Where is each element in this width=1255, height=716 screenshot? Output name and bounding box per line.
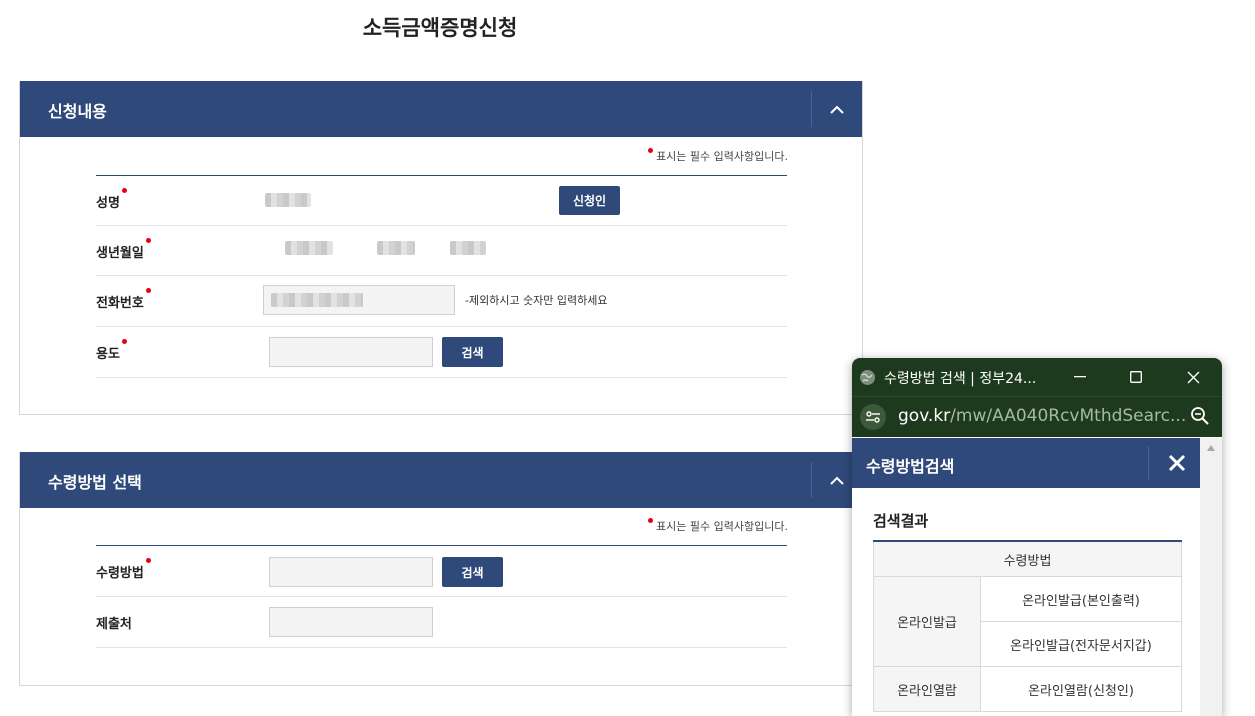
required-dot-icon: [647, 148, 653, 153]
popup-url[interactable]: gov.kr/mw/AA040RcvMthdSearc...: [898, 406, 1186, 426]
application-panel: 신청내용 표시는 필수 입력사항입니다. 성명 신청인 생년월일 전화번호 -제…: [19, 81, 863, 415]
group-online-view: 온라인열람: [873, 666, 981, 712]
close-icon[interactable]: [1154, 438, 1200, 488]
receipt-panel-title: 수령방법 선택: [48, 473, 142, 492]
applicant-button[interactable]: 신청인: [559, 186, 620, 215]
birth-year-redacted: [285, 241, 333, 255]
submit-to-input[interactable]: [269, 607, 433, 637]
popup-content-header: 수령방법검색: [852, 438, 1200, 488]
popup-titlebar[interactable]: 수령방법 검색 | 정부24...: [852, 358, 1222, 396]
required-dot-icon: [647, 518, 653, 523]
receipt-panel: 수령방법 선택 표시는 필수 입력사항입니다. 수령방법 검색 제출처: [19, 452, 863, 686]
method-option-online-self-print[interactable]: 온라인발급(본인출력): [980, 576, 1182, 622]
required-dot-icon: [121, 339, 127, 344]
submit-to-row: 제출처: [96, 597, 787, 648]
purpose-search-button[interactable]: 검색: [442, 337, 503, 367]
window-close-icon[interactable]: [1170, 358, 1216, 396]
purpose-label: 용도: [96, 339, 127, 362]
globe-icon: [859, 369, 876, 390]
popup-scrollbar[interactable]: [1200, 438, 1222, 716]
required-note: 표시는 필수 입력사항입니다.: [647, 518, 788, 534]
receipt-form: 수령방법 검색 제출처: [96, 545, 787, 648]
popup-content-title: 수령방법검색: [866, 457, 955, 476]
name-label: 성명: [96, 188, 127, 211]
phone-label: 전화번호: [96, 288, 151, 311]
header-divider: [1148, 446, 1149, 480]
purpose-row: 용도 검색: [96, 327, 787, 378]
required-dot-icon: [145, 558, 151, 563]
birthdate-row: 생년월일: [96, 226, 787, 276]
scroll-up-arrow-icon[interactable]: [1207, 445, 1215, 451]
birthdate-label: 생년월일: [96, 238, 151, 261]
receipt-method-table: 수령방법 온라인발급 온라인발급(본인출력) 온라인발급(전자문서지갑) 온라인…: [873, 540, 1182, 712]
phone-value-redacted: [271, 293, 363, 307]
application-form: 성명 신청인 생년월일 전화번호 -제외하시고 숫자만 입력하세요 용도 검색: [96, 175, 787, 378]
birth-month-redacted: [377, 241, 415, 255]
required-note: 표시는 필수 입력사항입니다.: [647, 148, 788, 164]
method-option-online-e-wallet[interactable]: 온라인발급(전자문서지갑): [980, 621, 1182, 667]
submit-to-label: 제출처: [96, 617, 132, 632]
application-panel-header: 신청내용: [20, 81, 862, 137]
collapse-chevron-up-icon[interactable]: [812, 81, 862, 137]
purpose-input[interactable]: [269, 337, 433, 367]
method-label: 수령방법: [96, 558, 151, 581]
phone-row: 전화번호 -제외하시고 숫자만 입력하세요: [96, 276, 787, 327]
page-title: 소득금액증명신청: [362, 16, 518, 40]
receipt-panel-header: 수령방법 선택: [20, 452, 862, 508]
required-dot-icon: [145, 288, 151, 293]
popup-address-bar[interactable]: gov.kr/mw/AA040RcvMthdSearc...: [852, 396, 1222, 437]
popup-window-title: 수령방법 검색 | 정부24...: [884, 371, 1037, 387]
name-row: 성명 신청인: [96, 176, 787, 226]
phone-hint: -제외하시고 숫자만 입력하세요: [465, 294, 608, 307]
maximize-icon[interactable]: [1113, 358, 1159, 396]
method-search-button[interactable]: 검색: [442, 557, 503, 587]
application-panel-title: 신청내용: [48, 102, 107, 121]
group-online-issue: 온라인발급: [873, 576, 981, 667]
method-input[interactable]: [269, 557, 433, 587]
zoom-icon[interactable]: [1190, 406, 1210, 430]
table-column-header: 수령방법: [873, 540, 1182, 577]
required-dot-icon: [145, 238, 151, 243]
required-dot-icon: [121, 188, 127, 193]
name-value-redacted: [265, 193, 311, 207]
site-info-icon[interactable]: [860, 404, 886, 430]
search-result-title: 검색결과: [873, 512, 929, 530]
method-row: 수령방법 검색: [96, 546, 787, 597]
minimize-icon[interactable]: [1057, 358, 1103, 396]
popup-window: 수령방법 검색 | 정부24... gov.kr/mw/AA040RcvMthd…: [852, 358, 1222, 716]
method-option-online-view-applicant[interactable]: 온라인열람(신청인): [980, 666, 1182, 712]
birth-day-redacted: [450, 241, 486, 255]
